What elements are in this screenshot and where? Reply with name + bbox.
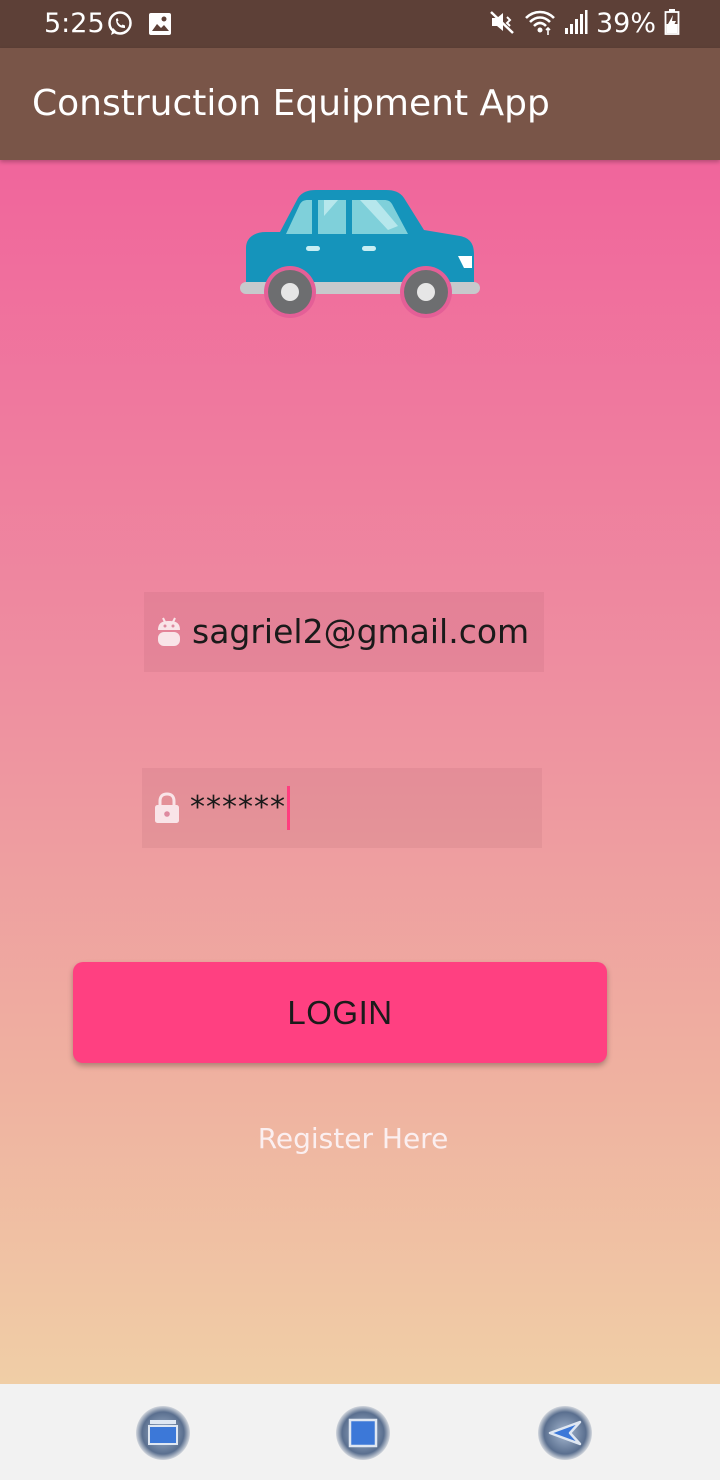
login-content: sagriel2@gmail.com ****** LOGIN Register…: [0, 160, 720, 1384]
app-bar: Construction Equipment App: [0, 48, 720, 160]
email-field[interactable]: sagriel2@gmail.com: [144, 592, 544, 672]
battery-percentage: 39%: [595, 8, 656, 39]
wifi-icon: [524, 8, 556, 40]
register-link[interactable]: Register Here: [0, 1122, 706, 1155]
android-icon: [154, 614, 184, 650]
signal-icon: [564, 8, 588, 40]
lock-icon: [152, 790, 182, 826]
status-notification-icons: [106, 10, 174, 42]
status-bar: 5:25 39%: [0, 0, 720, 48]
back-icon[interactable]: [538, 1406, 592, 1460]
login-button-label: LOGIN: [287, 993, 393, 1031]
login-button[interactable]: LOGIN: [73, 962, 607, 1063]
navigation-bar: [0, 1384, 720, 1480]
status-time: 5:25: [44, 8, 105, 39]
status-system-icons: 39%: [488, 6, 680, 42]
gallery-icon: [146, 10, 174, 42]
password-input[interactable]: ******: [190, 786, 290, 830]
home-icon[interactable]: [336, 1406, 390, 1460]
text-cursor: [287, 786, 290, 830]
password-field[interactable]: ******: [142, 768, 542, 848]
login-screen: 5:25 39% Construction Equipment App sagr…: [0, 0, 720, 1480]
email-input[interactable]: sagriel2@gmail.com: [192, 612, 529, 652]
app-title: Construction Equipment App: [32, 83, 550, 124]
mute-icon: [488, 8, 516, 40]
password-value: ******: [190, 790, 286, 825]
whatsapp-icon: [106, 10, 134, 42]
car-icon: [238, 182, 482, 322]
recent-apps-icon[interactable]: [136, 1406, 190, 1460]
battery-charging-icon: [664, 8, 680, 40]
